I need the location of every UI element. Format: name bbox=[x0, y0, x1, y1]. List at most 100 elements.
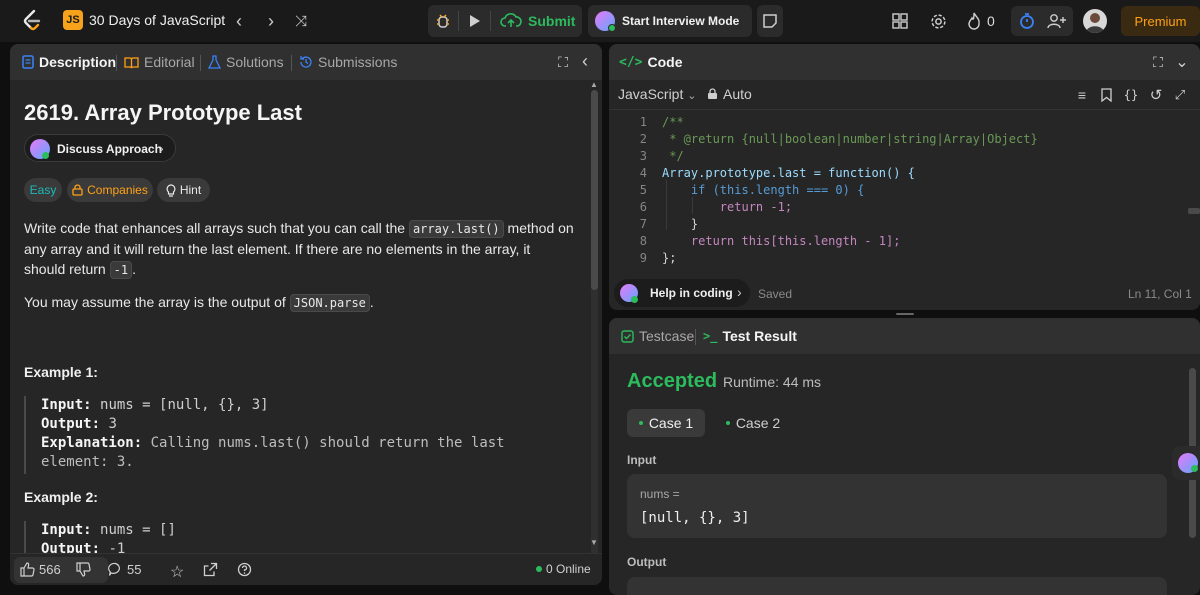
code-line-text: * @return {null|boolean|number|string|Ar… bbox=[662, 132, 1038, 146]
layout-grid-icon[interactable] bbox=[889, 10, 911, 32]
like-button[interactable]: 566 bbox=[20, 562, 61, 577]
maximize-panel-icon[interactable]: ⛶ bbox=[1145, 49, 1171, 75]
code-line-text: return -1; bbox=[662, 200, 793, 214]
tab-test-result[interactable]: >_ Test Result bbox=[703, 328, 797, 344]
code-scrollbar-thumb[interactable] bbox=[1188, 208, 1200, 214]
premium-button[interactable]: Premium bbox=[1121, 6, 1200, 36]
note-text: . bbox=[369, 294, 374, 310]
prev-problem-chevron-left-icon[interactable]: ‹ bbox=[226, 8, 252, 34]
submit-button[interactable]: Submit bbox=[528, 13, 575, 29]
braces-icon[interactable]: {} bbox=[1118, 82, 1144, 108]
collapse-panel-chevron-left-icon[interactable]: ‹ bbox=[572, 48, 598, 74]
language-select[interactable]: JavaScript ⌄ bbox=[618, 86, 696, 102]
reset-undo-icon[interactable]: ↺ bbox=[1143, 82, 1169, 108]
format-lines-icon[interactable]: ≡ bbox=[1069, 82, 1095, 108]
discuss-approach-button[interactable]: Discuss Approach › bbox=[24, 134, 176, 162]
expand-arrows-icon[interactable]: ⤢ bbox=[1167, 82, 1193, 108]
comments-button[interactable]: 55 bbox=[108, 562, 141, 577]
debug-bug-icon[interactable] bbox=[434, 12, 452, 30]
online-dot-icon bbox=[536, 566, 542, 572]
tab-description[interactable]: Description bbox=[22, 54, 116, 70]
example-2-block: Input: nums = [] Output: -1 bbox=[24, 521, 574, 553]
problem-list-title[interactable]: 30 Days of JavaScript bbox=[89, 12, 225, 28]
add-friend-icon[interactable] bbox=[1047, 12, 1067, 30]
difficulty-badge[interactable]: Easy bbox=[24, 178, 62, 202]
flask-icon bbox=[208, 55, 221, 69]
notes-button[interactable] bbox=[757, 5, 783, 37]
minimize-panel-chevron-icon[interactable]: ⌄ bbox=[1169, 49, 1195, 75]
output-section-label: Output bbox=[627, 555, 667, 569]
indent-guide bbox=[666, 180, 667, 230]
description-scrollbar-thumb[interactable] bbox=[591, 90, 598, 290]
help-question-icon[interactable] bbox=[237, 562, 252, 577]
help-in-coding-button[interactable]: Help in coding › bbox=[614, 279, 750, 307]
top-bar: JS 30 Days of JavaScript ‹ › ⤨ Submit St… bbox=[0, 0, 1200, 42]
checkbox-icon bbox=[621, 329, 634, 343]
inline-code: array.last() bbox=[408, 220, 504, 238]
streak-flame-icon[interactable] bbox=[963, 10, 985, 32]
example-input: nums = [null, {}, 3] bbox=[100, 397, 269, 413]
statement-text: Write code that enhances all arrays such… bbox=[24, 220, 409, 236]
settings-gear-icon[interactable] bbox=[927, 10, 949, 32]
companies-tag[interactable]: Companies bbox=[67, 178, 153, 202]
test-result-panel: Testcase >_ Test Result bbox=[609, 318, 1200, 595]
tab-description-label: Description bbox=[39, 54, 117, 70]
tab-solutions[interactable]: Solutions bbox=[208, 54, 284, 70]
auto-mode-toggle[interactable]: Auto bbox=[707, 86, 752, 102]
hint-tag[interactable]: Hint bbox=[157, 178, 210, 202]
code-line: * @return {null|boolean|number|string|Ar… bbox=[662, 132, 1038, 149]
explanation-label: Explanation: bbox=[41, 435, 143, 451]
js-badge-icon: JS bbox=[63, 10, 83, 30]
code-line-text: return this[this.length - 1]; bbox=[662, 234, 901, 248]
online-count: 0 Online bbox=[536, 562, 591, 576]
thumbs-up-icon bbox=[20, 562, 35, 577]
tab-test-result-label: Test Result bbox=[722, 328, 797, 344]
terminal-icon: >_ bbox=[703, 329, 718, 343]
submit-cloud-upload-icon[interactable] bbox=[500, 12, 522, 30]
help-in-coding-label: Help in coding bbox=[650, 286, 733, 300]
leetcode-logo-icon[interactable] bbox=[20, 8, 44, 32]
example-1-block: Input: nums = [null, {}, 3] Output: 3 Ex… bbox=[24, 396, 574, 474]
code-line: Array.prototype.last = function() { bbox=[662, 166, 915, 183]
run-play-icon[interactable] bbox=[466, 13, 482, 29]
line-number: 5 bbox=[639, 183, 647, 197]
output-label: Output: bbox=[41, 416, 101, 432]
indent-guide bbox=[692, 197, 693, 214]
description-tabbar: Description Editorial Solutions Submissi… bbox=[10, 44, 602, 80]
lock-icon bbox=[72, 184, 83, 196]
share-icon[interactable] bbox=[203, 562, 218, 577]
start-interview-mode-button[interactable]: Start Interview Mode bbox=[588, 5, 752, 37]
timer-group bbox=[1011, 6, 1073, 36]
tab-code[interactable]: </> Code bbox=[619, 54, 682, 70]
line-number: 9 bbox=[639, 251, 647, 265]
tab-submissions[interactable]: Submissions bbox=[299, 54, 397, 70]
user-avatar[interactable] bbox=[1083, 9, 1107, 33]
case-1-label: Case 1 bbox=[648, 415, 694, 431]
code-line-text: if (this.length === 0) { bbox=[662, 183, 865, 197]
run-submit-group: Submit bbox=[428, 5, 582, 37]
stopwatch-icon[interactable] bbox=[1018, 12, 1036, 30]
start-interview-label: Start Interview Mode bbox=[622, 14, 740, 28]
floating-assistant-button[interactable] bbox=[1172, 446, 1200, 480]
chevron-right-icon: › bbox=[159, 140, 164, 156]
case-2-tab[interactable]: Case 2 bbox=[718, 409, 788, 437]
line-number: 8 bbox=[639, 234, 647, 248]
statement-text: . bbox=[132, 261, 136, 277]
favorite-star-icon[interactable]: ☆ bbox=[170, 562, 184, 582]
panel-resize-handle[interactable] bbox=[896, 313, 914, 315]
line-number: 2 bbox=[639, 132, 647, 146]
scroll-up-icon[interactable]: ▲ bbox=[590, 80, 598, 89]
tab-editorial[interactable]: Editorial bbox=[124, 54, 195, 70]
dislike-button[interactable] bbox=[76, 562, 91, 577]
input-value-box: nums = [null, {}, 3] bbox=[627, 474, 1167, 538]
next-problem-chevron-right-icon[interactable]: › bbox=[258, 8, 284, 34]
chevron-down-icon: ⌄ bbox=[687, 90, 697, 102]
bookmark-icon[interactable] bbox=[1093, 82, 1119, 108]
tab-testcase[interactable]: Testcase bbox=[621, 328, 694, 344]
code-line: */ bbox=[662, 149, 683, 166]
shuffle-icon[interactable]: ⤨ bbox=[288, 8, 314, 34]
scroll-down-icon[interactable]: ▼ bbox=[590, 538, 598, 547]
case-1-tab[interactable]: Case 1 bbox=[627, 409, 705, 437]
line-number: 7 bbox=[639, 217, 647, 231]
code-line: return this[this.length - 1]; bbox=[662, 234, 901, 251]
